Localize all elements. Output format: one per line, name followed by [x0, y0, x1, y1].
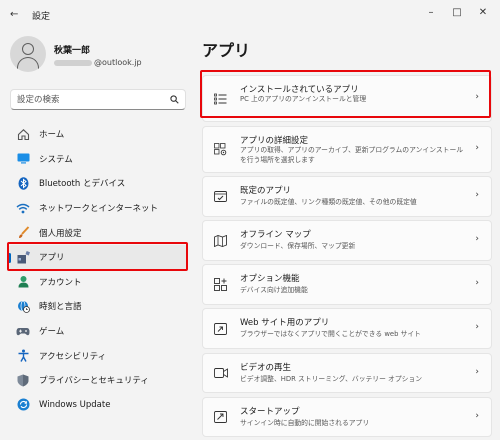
account-icon: [16, 275, 30, 289]
chevron-right-icon: ›: [475, 322, 479, 333]
sidebar-item-time-language[interactable]: 時刻と言語: [8, 294, 188, 319]
card-title: ビデオの再生: [240, 362, 292, 373]
update-icon: [16, 398, 30, 412]
card-title: オフライン マップ: [240, 230, 311, 241]
card-description: アプリの取得、アプリのアーカイブ、更新プログラムのアンインストールを行う場所を選…: [240, 145, 464, 164]
card-title: Web サイト用のアプリ: [240, 318, 330, 329]
chevron-right-icon: ›: [475, 190, 479, 201]
sidebar-item-accessibility[interactable]: アクセシビリティ: [8, 343, 188, 368]
home-icon: [16, 127, 30, 141]
card-optional-features[interactable]: オプション機能 デバイス向け追加機能 ›: [202, 264, 492, 305]
card-description: PC 上のアプリのアンインストールと管理: [240, 95, 367, 103]
sidebar-item-label: プライバシーとセキュリティ: [39, 376, 149, 387]
chevron-right-icon: ›: [475, 278, 479, 289]
sidebar-item-label: ホーム: [39, 130, 65, 141]
card-offline-maps[interactable]: オフライン マップ ダウンロード、保存場所、マップ更新 ›: [202, 220, 492, 261]
advanced-app-settings-icon: [213, 142, 228, 157]
sidebar-item-label: Windows Update: [39, 399, 111, 410]
minimize-icon[interactable]: –: [418, 3, 444, 23]
sidebar-item-accounts[interactable]: アカウント: [8, 270, 188, 295]
card-advanced-app-settings[interactable]: アプリの詳細設定 アプリの取得、アプリのアーカイブ、更新プログラムのアンインスト…: [202, 125, 492, 173]
card-title: オプション機能: [240, 274, 300, 285]
bluetooth-icon: [16, 176, 30, 190]
sidebar-nav: ホーム システム Bluetooth とデバイス ネットワークとインターネット …: [8, 122, 188, 417]
apps-for-websites-icon: [213, 321, 228, 336]
card-installed-apps[interactable]: インストールされているアプリ PC 上のアプリのアンインストールと管理 ›: [202, 75, 492, 122]
wifi-icon: [16, 201, 30, 215]
chevron-right-icon: ›: [475, 366, 479, 377]
sidebar: 秋葉一郎 @outlook.jp ホーム システム Bluetooth とデバイ…: [0, 30, 192, 440]
maximize-icon[interactable]: □: [444, 3, 470, 23]
search-input[interactable]: [17, 93, 167, 107]
sidebar-item-label: ゲーム: [39, 327, 65, 338]
sidebar-item-label: システム: [39, 154, 73, 165]
sidebar-item-label: 時刻と言語: [39, 302, 82, 313]
sidebar-item-label: Bluetooth とデバイス: [39, 179, 126, 190]
sidebar-item-privacy[interactable]: プライバシーとセキュリティ: [8, 368, 188, 393]
card-description: サインイン時に自動的に開始されるアプリ: [240, 418, 370, 427]
avatar: [10, 36, 46, 72]
card-apps-for-websites[interactable]: Web サイト用のアプリ ブラウザーではなくアプリで開くことができる web サ…: [202, 308, 492, 349]
search-icon[interactable]: [170, 95, 179, 104]
back-arrow-icon[interactable]: ←: [10, 9, 18, 20]
default-apps-icon: [213, 189, 228, 204]
card-description: ビデオ調整、HDR ストリーミング、バッテリー オプション: [240, 374, 423, 383]
offline-maps-icon: [213, 233, 228, 248]
brush-icon: [16, 226, 30, 240]
profile-name: 秋葉一郎: [54, 46, 91, 56]
sidebar-item-network[interactable]: ネットワークとインターネット: [8, 196, 188, 221]
system-display-icon: [16, 152, 30, 166]
close-icon[interactable]: ✕: [470, 3, 496, 23]
title-bar: ← 設定 – □ ✕: [0, 0, 500, 30]
sidebar-item-label: 個人用設定: [39, 228, 82, 239]
card-title: 既定のアプリ: [240, 186, 292, 197]
card-description: デバイス向け追加機能: [240, 286, 308, 295]
profile-email: @outlook.jp: [54, 58, 142, 67]
sidebar-item-label: アプリ: [39, 253, 65, 264]
sidebar-item-label: ネットワークとインターネット: [39, 204, 159, 215]
card-description: ダウンロード、保存場所、マップ更新: [240, 242, 356, 251]
card-default-apps[interactable]: 既定のアプリ ファイルの既定値、リンク種類の既定値、その他の既定値 ›: [202, 176, 492, 217]
shield-icon: [16, 373, 30, 387]
sidebar-item-bluetooth[interactable]: Bluetooth とデバイス: [8, 171, 188, 196]
sidebar-item-label: アカウント: [39, 277, 82, 288]
sidebar-item-apps[interactable]: アプリ: [8, 244, 188, 270]
card-description: ブラウザーではなくアプリで開くことができる web サイト: [240, 330, 421, 339]
chevron-right-icon: ›: [475, 92, 479, 102]
sidebar-item-windows-update[interactable]: Windows Update: [8, 393, 188, 418]
installed-apps-icon: [213, 91, 228, 106]
chevron-right-icon: ›: [475, 142, 479, 153]
sidebar-item-gaming[interactable]: ゲーム: [8, 319, 188, 344]
search-box[interactable]: [10, 89, 186, 110]
redacted-email-blur: [54, 59, 92, 66]
page-title: アプリ: [202, 41, 251, 60]
sidebar-item-system[interactable]: システム: [8, 147, 188, 172]
window-title: 設定: [32, 12, 51, 22]
startup-icon: [213, 410, 228, 425]
sidebar-item-personalization[interactable]: 個人用設定: [8, 220, 188, 245]
settings-list: インストールされているアプリ PC 上のアプリのアンインストールと管理 › アプ…: [202, 75, 492, 440]
apps-icon: [16, 250, 30, 264]
accessibility-icon: [16, 349, 30, 363]
video-playback-icon: [213, 366, 228, 381]
sidebar-item-label: アクセシビリティ: [39, 351, 107, 362]
card-startup[interactable]: スタートアップ サインイン時に自動的に開始されるアプリ ›: [202, 396, 492, 438]
card-video-playback[interactable]: ビデオの再生 ビデオ調整、HDR ストリーミング、バッテリー オプション ›: [202, 352, 492, 394]
main-content: アプリ インストールされているアプリ PC 上のアプリのアンインストールと管理 …: [192, 30, 500, 440]
optional-features-icon: [213, 277, 228, 292]
card-description: ファイルの既定値、リンク種類の既定値、その他の既定値: [240, 198, 417, 207]
sidebar-item-home[interactable]: ホーム: [8, 122, 188, 147]
gamepad-icon: [16, 324, 30, 338]
chevron-right-icon: ›: [475, 234, 479, 245]
card-title: スタートアップ: [240, 406, 300, 417]
chevron-right-icon: ›: [475, 410, 479, 421]
globe-clock-icon: [16, 299, 30, 313]
